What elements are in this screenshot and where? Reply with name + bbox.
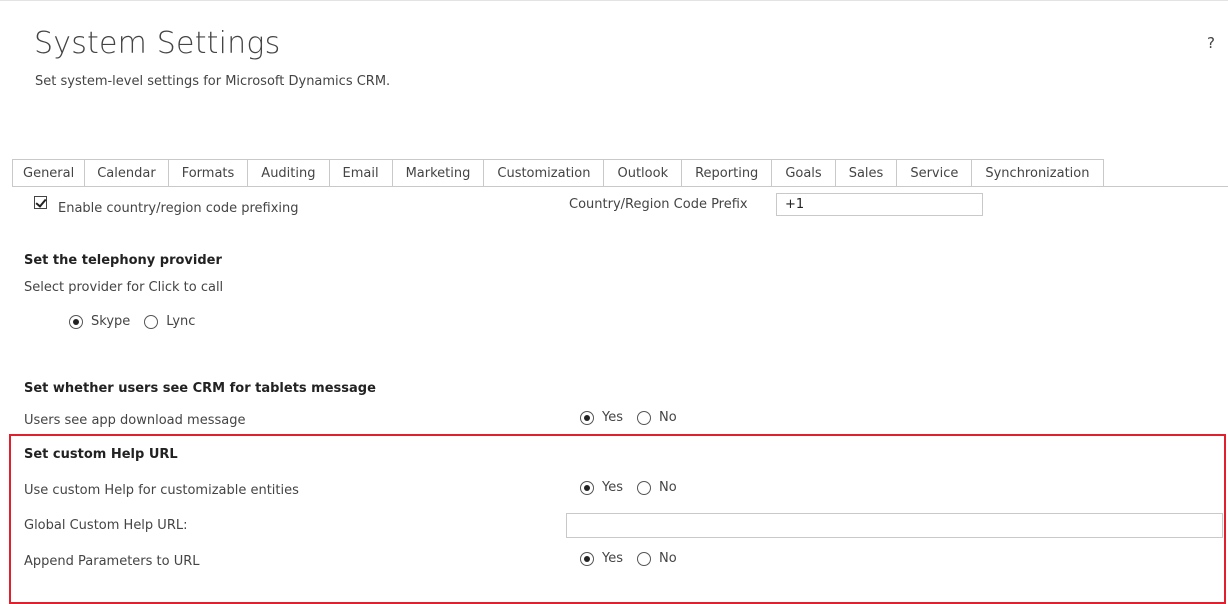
radio-button[interactable] — [637, 480, 651, 495]
country-prefix-checkbox[interactable] — [34, 196, 47, 209]
custom-help-url-input[interactable] — [566, 513, 1223, 538]
tab-outlook[interactable]: Outlook — [603, 159, 683, 187]
radio-append-yes[interactable]: Yes — [580, 551, 623, 566]
country-prefix-input[interactable] — [776, 193, 983, 216]
tablets-radio-group: Yes No — [580, 410, 691, 425]
page-subtitle: Set system-level settings for Microsoft … — [35, 74, 391, 89]
top-divider — [0, 0, 1228, 1]
radio-button[interactable] — [69, 314, 83, 329]
tabs-divider — [12, 186, 1228, 187]
use-custom-help-label: Use custom Help for customizable entitie… — [24, 483, 299, 498]
radio-append-no[interactable]: No — [637, 551, 677, 566]
radio-lync[interactable]: Lync — [144, 314, 195, 329]
telephony-heading: Set the telephony provider — [24, 253, 222, 268]
tab-synchronization[interactable]: Synchronization — [971, 159, 1104, 187]
custom-help-url-label: Global Custom Help URL: — [24, 518, 188, 533]
use-custom-help-radio-group: Yes No — [580, 480, 691, 495]
radio-button[interactable] — [637, 410, 651, 425]
tablets-label: Users see app download message — [24, 413, 246, 428]
radio-no-label: No — [659, 410, 677, 425]
tab-service[interactable]: Service — [896, 159, 973, 187]
help-icon[interactable]: ? — [1207, 34, 1215, 52]
radio-custom-help-no[interactable]: No — [637, 480, 677, 495]
radio-button[interactable] — [580, 410, 594, 425]
radio-yes-label: Yes — [602, 480, 623, 495]
checkmark-icon — [35, 196, 47, 208]
radio-skype[interactable]: Skype — [69, 314, 130, 329]
radio-tablets-yes[interactable]: Yes — [580, 410, 623, 425]
settings-tabs: General Calendar Formats Auditing Email … — [12, 159, 1104, 187]
radio-skype-label: Skype — [91, 314, 131, 329]
tab-calendar[interactable]: Calendar — [84, 159, 169, 187]
radio-no-label: No — [659, 480, 677, 495]
radio-button[interactable] — [580, 480, 594, 495]
telephony-radio-group: Skype Lync — [69, 314, 209, 329]
tab-auditing[interactable]: Auditing — [247, 159, 330, 187]
tablets-heading: Set whether users see CRM for tablets me… — [24, 381, 376, 396]
tab-formats[interactable]: Formats — [167, 159, 249, 187]
radio-button[interactable] — [144, 314, 159, 329]
telephony-description: Select provider for Click to call — [24, 280, 224, 295]
tab-sales[interactable]: Sales — [834, 159, 898, 187]
tab-reporting[interactable]: Reporting — [681, 159, 773, 187]
radio-yes-label: Yes — [602, 551, 623, 566]
radio-custom-help-yes[interactable]: Yes — [580, 480, 623, 495]
page-title: System Settings — [34, 26, 281, 61]
radio-yes-label: Yes — [602, 410, 623, 425]
radio-button[interactable] — [637, 551, 651, 566]
custom-help-heading: Set custom Help URL — [24, 447, 178, 462]
country-prefix-checkbox-label: Enable country/region code prefixing — [58, 201, 299, 216]
radio-tablets-no[interactable]: No — [637, 410, 677, 425]
radio-no-label: No — [659, 551, 677, 566]
radio-lync-label: Lync — [166, 314, 196, 329]
tab-general[interactable]: General — [12, 159, 86, 187]
append-parameters-label: Append Parameters to URL — [24, 554, 200, 569]
tab-email[interactable]: Email — [328, 159, 393, 187]
tab-goals[interactable]: Goals — [771, 159, 836, 187]
radio-button[interactable] — [580, 551, 594, 566]
append-parameters-radio-group: Yes No — [580, 551, 691, 566]
tab-customization[interactable]: Customization — [483, 159, 605, 187]
tab-marketing[interactable]: Marketing — [391, 159, 485, 187]
country-prefix-label: Country/Region Code Prefix — [569, 197, 748, 212]
